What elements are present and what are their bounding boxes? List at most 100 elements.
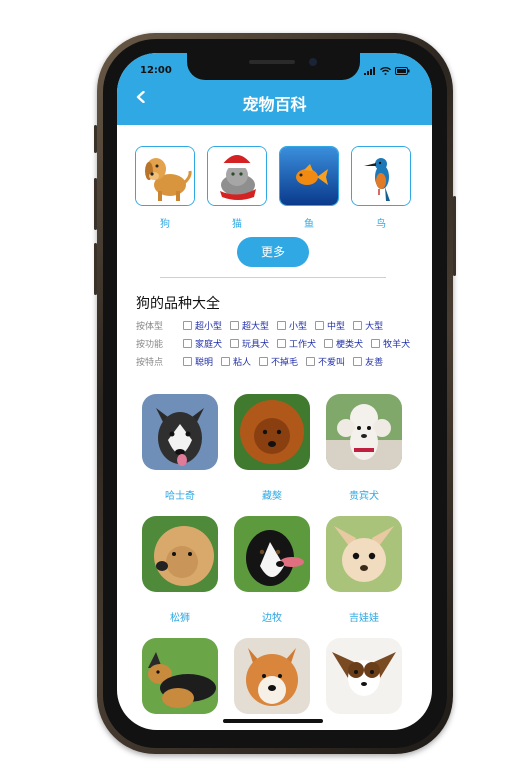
phone-notch	[187, 53, 360, 80]
wifi-icon	[380, 67, 391, 75]
breed-card-papillon[interactable]	[326, 638, 402, 730]
category-row: 狗 猫 鱼 鸟	[135, 146, 417, 230]
filter-option[interactable]: 超大型	[230, 319, 269, 332]
breed-photo-german-shepherd	[142, 638, 218, 714]
filter-option[interactable]: 不掉毛	[259, 355, 298, 368]
breed-card-chow-chow[interactable]: 松狮	[142, 516, 218, 624]
breed-photo-chihuahua	[326, 516, 402, 592]
filter-option-text: 家庭犬	[195, 339, 223, 350]
breed-photo-papillon	[326, 638, 402, 714]
checkbox[interactable]	[183, 320, 192, 330]
category-cat-label: 猫	[232, 219, 242, 230]
checkbox[interactable]	[353, 320, 363, 330]
speaker-grille	[249, 60, 295, 64]
filter-option[interactable]: 工作犬	[277, 337, 316, 350]
filter-option[interactable]: 友善	[353, 355, 383, 368]
breed-name: 贵宾犬	[349, 491, 379, 502]
breed-card-german-shepherd[interactable]	[142, 638, 218, 730]
filter-row-trait: 按特点 聪明 粘人 不掉毛 不爱叫 友善	[136, 354, 391, 368]
checkbox[interactable]	[371, 338, 381, 348]
breed-card-husky[interactable]: 哈士奇	[142, 394, 218, 502]
filter-label: 按特点	[136, 357, 164, 368]
breed-card-tibetan-mastiff[interactable]: 藏獒	[234, 394, 310, 502]
category-fish[interactable]: 鱼	[279, 146, 339, 230]
breed-name: 哈士奇	[165, 491, 195, 502]
checkbox[interactable]	[230, 320, 240, 330]
section-title: 狗的品种大全	[136, 296, 220, 312]
breed-card-poodle[interactable]: 贵宾犬	[326, 394, 402, 502]
filter-option-text: 大型	[365, 321, 384, 332]
category-bird[interactable]: 鸟	[351, 146, 411, 230]
breed-name: 松狮	[170, 613, 190, 624]
category-cat[interactable]: 猫	[207, 146, 267, 230]
filter-option[interactable]: 聪明	[183, 355, 213, 368]
breed-photo-poodle	[326, 394, 402, 470]
filter-option[interactable]: 中型	[315, 319, 345, 332]
status-icons	[364, 67, 410, 75]
breed-name: 藏獒	[262, 491, 282, 502]
checkbox[interactable]	[221, 356, 231, 366]
filter-label: 按体型	[136, 321, 164, 332]
checkbox[interactable]	[277, 320, 287, 330]
breed-photo-husky	[142, 394, 218, 470]
phone-side-button-left-2	[94, 178, 97, 230]
more-button[interactable]: 更多	[237, 237, 309, 267]
breed-photo-chow-chow	[142, 516, 218, 592]
divider	[160, 277, 386, 278]
breed-photo-akita	[234, 638, 310, 714]
front-camera	[309, 58, 317, 66]
filter-option-text: 超小型	[195, 321, 223, 332]
phone-side-button-right	[453, 196, 456, 276]
checkbox[interactable]	[315, 320, 325, 330]
filter-option[interactable]: 梗类犬	[324, 337, 363, 350]
category-bird-label: 鸟	[376, 219, 386, 230]
checkbox[interactable]	[277, 338, 287, 348]
filter-option-text: 中型	[327, 321, 346, 332]
home-indicator[interactable]	[223, 719, 323, 723]
breed-photo-tibetan-mastiff	[234, 394, 310, 470]
filter-option[interactable]: 超小型	[183, 319, 222, 332]
filter-option-text: 不掉毛	[271, 357, 299, 368]
signal-icon	[364, 67, 375, 75]
category-bird-image	[351, 146, 411, 206]
breed-card-border-collie[interactable]: 边牧	[234, 516, 310, 624]
phone-screen: 12:00 宠物百科 狗 猫 鱼 鸟 更多 狗的品种大全 按体型 超小型 超大型…	[117, 53, 432, 730]
checkbox[interactable]	[353, 356, 363, 366]
phone-side-button-left-3	[94, 243, 97, 295]
filter-option[interactable]: 不爱叫	[306, 355, 345, 368]
filter-option[interactable]: 牧羊犬	[371, 337, 410, 350]
filter-option-text: 聪明	[195, 357, 214, 368]
category-dog-label: 狗	[160, 219, 170, 230]
filter-row-size: 按体型 超小型 超大型 小型 中型 大型	[136, 318, 391, 332]
filter-option[interactable]: 粘人	[221, 355, 251, 368]
checkbox[interactable]	[324, 338, 334, 348]
page-title: 宠物百科	[242, 95, 307, 114]
app-header: 12:00 宠物百科	[117, 53, 432, 125]
checkbox[interactable]	[183, 338, 192, 348]
phone-side-button-left-1	[94, 125, 97, 153]
checkbox[interactable]	[183, 356, 192, 366]
checkbox[interactable]	[230, 338, 240, 348]
filter-option-text: 超大型	[242, 321, 270, 332]
filter-option-text: 小型	[289, 321, 308, 332]
filter-option[interactable]: 家庭犬	[183, 337, 222, 350]
status-time: 12:00	[140, 65, 172, 76]
checkbox[interactable]	[259, 356, 269, 366]
checkbox[interactable]	[306, 356, 316, 366]
category-dog[interactable]: 狗	[135, 146, 195, 230]
filter-label: 按功能	[136, 339, 164, 350]
filter-option-text: 梗类犬	[336, 339, 364, 350]
breed-name: 边牧	[262, 613, 282, 624]
battery-icon	[395, 67, 410, 75]
filter-option-text: 不爱叫	[318, 357, 346, 368]
filter-option[interactable]: 玩具犬	[230, 337, 269, 350]
filter-option[interactable]: 小型	[277, 319, 307, 332]
category-cat-image	[207, 146, 267, 206]
breed-card-akita[interactable]	[234, 638, 310, 730]
filter-option-text: 工作犬	[289, 339, 317, 350]
category-dog-image	[135, 146, 195, 206]
breed-card-chihuahua[interactable]: 吉娃娃	[326, 516, 402, 624]
filter-row-function: 按功能 家庭犬 玩具犬 工作犬 梗类犬 牧羊犬	[136, 336, 418, 350]
filter-option[interactable]: 大型	[353, 319, 383, 332]
category-fish-label: 鱼	[304, 219, 314, 230]
